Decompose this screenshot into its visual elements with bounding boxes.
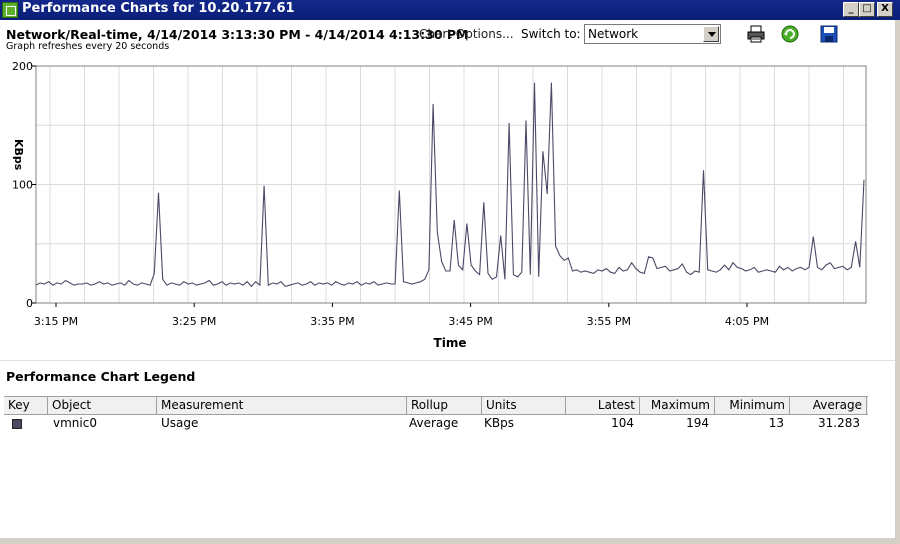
- window-frame-bottom: [0, 538, 900, 544]
- legend-measurement: Usage: [161, 416, 199, 430]
- switch-to-value: Network: [588, 27, 639, 41]
- x-tick-label: 4:05 PM: [725, 315, 769, 328]
- panel-divider: [0, 360, 895, 361]
- column-header-maximum[interactable]: Maximum: [640, 397, 715, 414]
- legend-units: KBps: [484, 416, 514, 430]
- chart-options-link[interactable]: Chart Options...: [419, 27, 514, 41]
- refresh-note: Graph refreshes every 20 seconds: [6, 41, 170, 52]
- legend-maximum: 194: [686, 416, 709, 430]
- x-tick-label: 3:45 PM: [448, 315, 492, 328]
- switch-to-select[interactable]: Network: [584, 24, 721, 44]
- app-icon: [2, 2, 18, 18]
- y-axis-ticks: 200 100 0: [12, 60, 36, 310]
- save-icon[interactable]: [820, 25, 838, 43]
- x-axis-ticks: 3:15 PM 3:25 PM 3:35 PM 3:45 PM 3:55 PM 4:05 …: [34, 303, 769, 328]
- chevron-down-icon[interactable]: [703, 26, 719, 42]
- column-header-average[interactable]: Average: [790, 397, 867, 414]
- column-header-object[interactable]: Object: [48, 397, 157, 414]
- chart-grid: [36, 65, 866, 303]
- maximize-button[interactable]: □: [859, 2, 875, 17]
- column-header-latest[interactable]: Latest: [566, 397, 640, 414]
- y-axis-label: KBps: [12, 139, 25, 171]
- close-button[interactable]: X: [877, 2, 893, 17]
- x-axis-label: Time: [434, 336, 467, 350]
- legend-latest: 104: [611, 416, 634, 430]
- legend-header: Key Object Measurement Rollup Units Late…: [4, 396, 868, 415]
- window-frame-right: [895, 20, 900, 544]
- y-tick-label: 0: [26, 297, 33, 310]
- x-tick-label: 3:55 PM: [587, 315, 631, 328]
- x-tick-label: 3:25 PM: [172, 315, 216, 328]
- printer-icon[interactable]: [747, 25, 765, 43]
- minimize-button[interactable]: _: [843, 2, 859, 17]
- legend-rollup: Average: [409, 416, 459, 430]
- title-bar: Performance Charts for 10.20.177.61 _ □ …: [0, 0, 900, 20]
- legend-minimum: 13: [768, 416, 784, 430]
- column-header-measurement[interactable]: Measurement: [157, 397, 407, 414]
- window-title: Performance Charts for 10.20.177.61: [22, 1, 295, 16]
- y-tick-label: 100: [12, 179, 33, 192]
- chart-heading: Network/Real-time, 4/14/2014 3:13:30 PM …: [6, 27, 469, 42]
- y-tick-label: 200: [12, 60, 33, 73]
- legend-average: 31.283: [818, 416, 860, 430]
- legend-key-swatch: [12, 419, 22, 429]
- x-tick-label: 3:35 PM: [310, 315, 354, 328]
- column-header-units[interactable]: Units: [482, 397, 566, 414]
- performance-chart: 200 100 0 3:15 PM 3:25 PM 3:35 PM 3:45 PM 3:55…: [12, 60, 867, 350]
- column-header-minimum[interactable]: Minimum: [715, 397, 790, 414]
- switch-to-label: Switch to:: [521, 27, 581, 41]
- refresh-icon[interactable]: [781, 25, 799, 43]
- legend-object: vmnic0: [53, 416, 97, 430]
- column-header-key[interactable]: Key: [4, 397, 48, 414]
- legend-title: Performance Chart Legend: [6, 369, 196, 384]
- column-header-rollup[interactable]: Rollup: [407, 397, 482, 414]
- x-tick-label: 3:15 PM: [34, 315, 78, 328]
